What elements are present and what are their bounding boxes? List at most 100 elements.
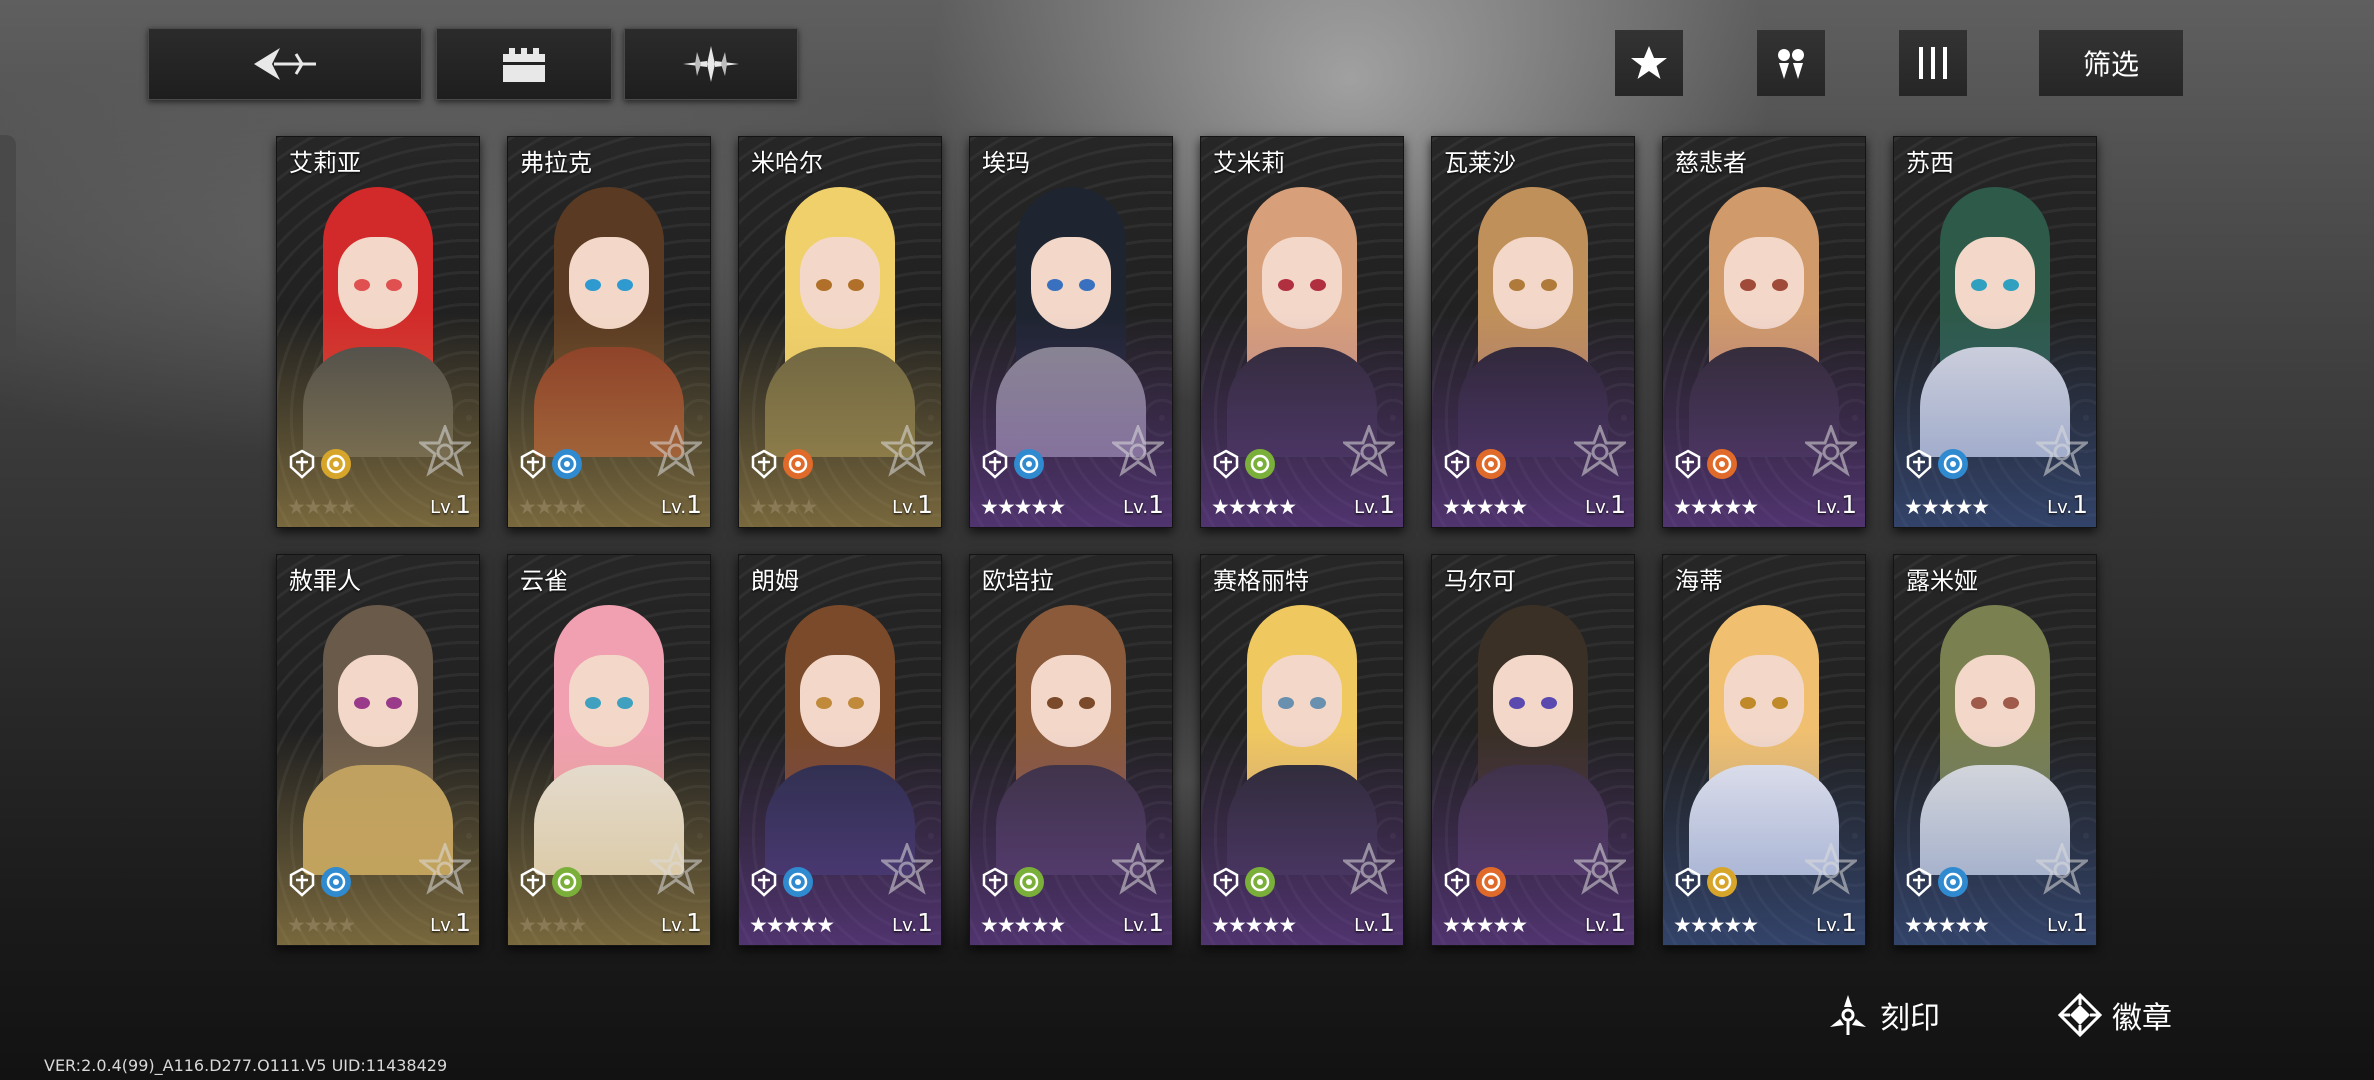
group-sort-button[interactable]	[1757, 30, 1825, 96]
character-card[interactable]: 苏西 ★★★★★ Lv.1	[1893, 136, 2097, 528]
star-icon	[1631, 46, 1667, 79]
back-button[interactable]	[148, 28, 422, 100]
class-icon	[982, 449, 1008, 479]
character-portrait	[755, 187, 925, 457]
character-portrait	[1217, 187, 1387, 457]
character-name: 欧培拉	[982, 567, 1054, 595]
character-name: 赦罪人	[289, 567, 361, 595]
character-card[interactable]: 海蒂 ★★★★★ Lv.1	[1662, 554, 1866, 946]
character-portrait	[1448, 605, 1618, 875]
element-icon	[321, 867, 351, 897]
version-text: VER:2.0.4(99)_A116.D277.O111.V5 UID:1143…	[44, 1056, 448, 1075]
character-card[interactable]: 露米娅 ★★★★★ Lv.1	[1893, 554, 2097, 946]
element-icon	[783, 867, 813, 897]
engrave-label: 刻印	[1880, 1001, 1940, 1036]
character-name: 云雀	[520, 567, 568, 595]
faction-emblem-icon	[1343, 425, 1395, 477]
level-label: Lv.1	[430, 490, 471, 519]
character-portrait	[293, 187, 463, 457]
class-icon	[1213, 867, 1239, 897]
character-card[interactable]: 朗姆 ★★★★★ Lv.1	[738, 554, 942, 946]
character-name: 慈悲者	[1675, 149, 1747, 177]
faction-emblem-icon	[2036, 843, 2088, 895]
class-icon	[751, 867, 777, 897]
element-icon	[321, 449, 351, 479]
level-label: Lv.1	[1585, 490, 1626, 519]
faction-emblem-icon	[650, 843, 702, 895]
star-rating: ★★★★★	[749, 913, 835, 937]
faction-emblem-icon	[1112, 425, 1164, 477]
character-card[interactable]: 慈悲者 ★★★★★ Lv.1	[1662, 136, 1866, 528]
columns-button[interactable]	[1899, 30, 1967, 96]
star-rating: ★★★★★	[1904, 913, 1990, 937]
faction-emblem-icon	[1343, 843, 1395, 895]
faction-emblem-icon	[1805, 425, 1857, 477]
class-icon	[1444, 867, 1470, 897]
character-card[interactable]: 埃玛 ★★★★★ Lv.1	[969, 136, 1173, 528]
character-card[interactable]: 艾米莉 ★★★★★ Lv.1	[1200, 136, 1404, 528]
level-label: Lv.1	[892, 490, 933, 519]
element-icon	[552, 449, 582, 479]
badge-label: 徽章	[2112, 1001, 2172, 1036]
star-rating: ★★★★★	[1211, 495, 1297, 519]
engrave-button[interactable]: 刻印	[1826, 990, 1940, 1040]
character-card[interactable]: 瓦莱沙 ★★★★★ Lv.1	[1431, 136, 1635, 528]
badge-button[interactable]: 徽章	[2058, 990, 2172, 1040]
character-card[interactable]: 米哈尔 ★★★★ Lv.1	[738, 136, 942, 528]
character-name: 赛格丽特	[1213, 567, 1309, 595]
faction-emblem-icon	[881, 843, 933, 895]
star-rating: ★★★★★	[1442, 495, 1528, 519]
faction-emblem-icon	[1574, 425, 1626, 477]
filter-button[interactable]: 筛选	[2039, 30, 2183, 96]
character-card[interactable]: 欧培拉 ★★★★★ Lv.1	[969, 554, 1173, 946]
character-card[interactable]: 赛格丽特 ★★★★★ Lv.1	[1200, 554, 1404, 946]
character-name: 弗拉克	[520, 149, 592, 177]
level-label: Lv.1	[1123, 490, 1164, 519]
character-name: 马尔可	[1444, 567, 1516, 595]
class-icon	[1213, 449, 1239, 479]
class-icon	[751, 449, 777, 479]
star-rating: ★★★★	[518, 913, 587, 937]
class-icon	[1675, 867, 1701, 897]
castle-button[interactable]	[436, 28, 612, 100]
star-rating: ★★★★★	[1673, 495, 1759, 519]
level-label: Lv.1	[1816, 908, 1857, 937]
character-portrait	[1679, 605, 1849, 875]
favorite-sort-button[interactable]	[1615, 30, 1683, 96]
character-card[interactable]: 赦罪人 ★★★★ Lv.1	[276, 554, 480, 946]
class-icon	[1675, 449, 1701, 479]
element-icon	[1707, 449, 1737, 479]
character-portrait	[1910, 187, 2080, 457]
star-rating: ★★★★	[287, 913, 356, 937]
faction-emblem-icon	[1112, 843, 1164, 895]
character-portrait	[986, 605, 1156, 875]
faction-emblem-icon	[419, 843, 471, 895]
character-portrait	[524, 187, 694, 457]
star-rating: ★★★★★	[1442, 913, 1528, 937]
character-card[interactable]: 弗拉克 ★★★★ Lv.1	[507, 136, 711, 528]
character-portrait	[1679, 187, 1849, 457]
element-icon	[1014, 867, 1044, 897]
level-label: Lv.1	[1123, 908, 1164, 937]
character-name: 艾莉亚	[289, 149, 361, 177]
side-drawer-tab[interactable]	[0, 135, 16, 355]
effects-button[interactable]	[624, 28, 798, 100]
character-card[interactable]: 艾莉亚 ★★★★ Lv.1	[276, 136, 480, 528]
class-icon	[520, 867, 546, 897]
class-icon	[1906, 867, 1932, 897]
element-icon	[783, 449, 813, 479]
element-icon	[1707, 867, 1737, 897]
character-name: 露米娅	[1906, 567, 1978, 595]
class-icon	[1444, 449, 1470, 479]
level-label: Lv.1	[2047, 908, 2088, 937]
character-card[interactable]: 马尔可 ★★★★★ Lv.1	[1431, 554, 1635, 946]
level-label: Lv.1	[1816, 490, 1857, 519]
back-arrow-icon	[254, 48, 316, 80]
faction-emblem-icon	[2036, 425, 2088, 477]
element-icon	[1245, 449, 1275, 479]
character-name: 朗姆	[751, 567, 799, 595]
character-card[interactable]: 云雀 ★★★★ Lv.1	[507, 554, 711, 946]
engrave-icon	[1830, 995, 1866, 1035]
element-icon	[1476, 449, 1506, 479]
level-label: Lv.1	[1354, 490, 1395, 519]
